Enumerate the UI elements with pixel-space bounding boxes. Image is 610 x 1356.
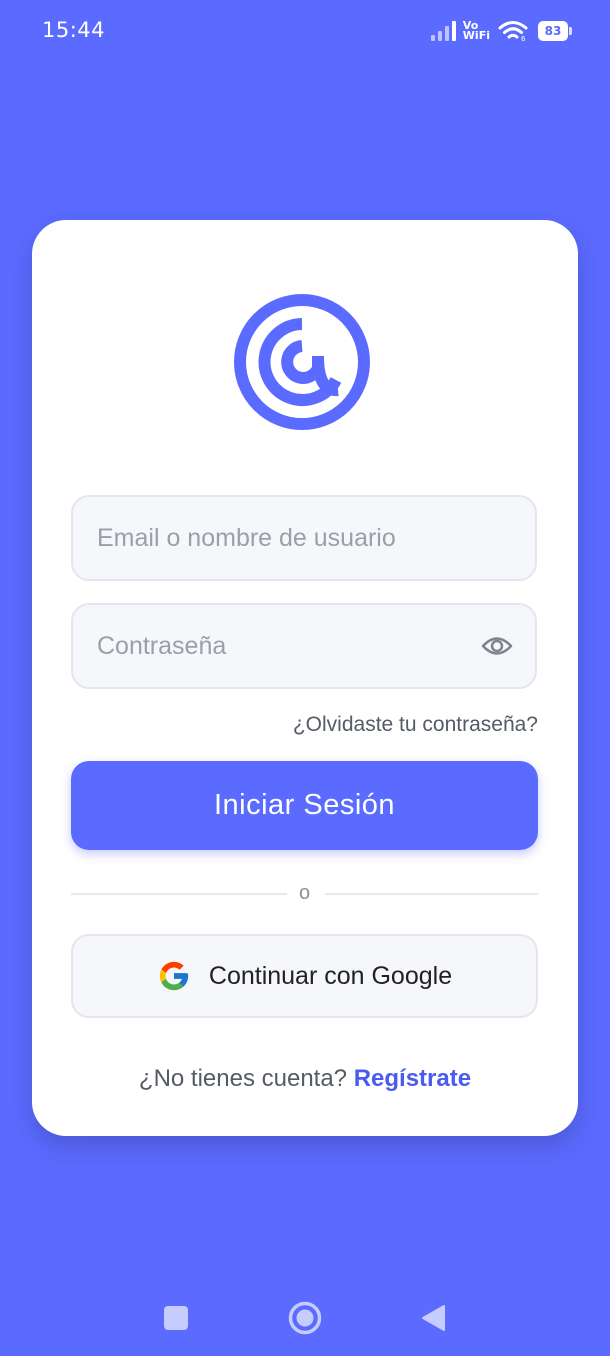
or-divider: o	[71, 882, 538, 904]
password-field-container	[71, 603, 537, 689]
register-link[interactable]: Regístrate	[354, 1065, 471, 1092]
login-button[interactable]: Iniciar Sesión	[71, 761, 538, 850]
battery-body: 83	[538, 21, 568, 41]
signal-icon	[430, 21, 456, 41]
google-signin-button[interactable]: Continuar con Google	[71, 934, 538, 1018]
no-account-text: ¿No tienes cuenta?	[138, 1065, 354, 1092]
back-triangle-icon[interactable]	[420, 1304, 446, 1332]
recents-square-icon[interactable]	[164, 1306, 188, 1330]
status-bar: 15:44 Vo WiFi 6 83	[0, 0, 610, 62]
wifi-icon: 6	[498, 21, 528, 42]
google-icon	[159, 961, 189, 991]
vowifi-label: Vo WiFi	[462, 20, 490, 42]
battery-tip	[569, 27, 572, 35]
email-field-container	[71, 495, 537, 581]
divider-line-right	[325, 893, 538, 895]
email-input[interactable]	[73, 497, 535, 579]
svg-text:6: 6	[521, 35, 526, 42]
at-sign-logo-icon	[234, 294, 370, 430]
forgot-password-link[interactable]: ¿Olvidaste tu contraseña?	[293, 713, 538, 737]
battery-icon: 83	[538, 21, 572, 41]
status-time: 15:44	[42, 18, 106, 42]
eye-icon[interactable]	[481, 632, 513, 660]
navigation-bar	[0, 1280, 610, 1356]
register-prompt: ¿No tienes cuenta? Regístrate	[32, 1065, 578, 1093]
vowifi-bottom: WiFi	[462, 29, 490, 42]
google-button-label: Continuar con Google	[208, 961, 453, 990]
status-icons: Vo WiFi 6 83	[430, 20, 572, 42]
password-input[interactable]	[73, 605, 535, 687]
login-card: ¿Olvidaste tu contraseña? Iniciar Sesión…	[32, 220, 578, 1136]
home-circle-icon[interactable]	[288, 1301, 322, 1335]
battery-percent: 83	[544, 24, 562, 38]
